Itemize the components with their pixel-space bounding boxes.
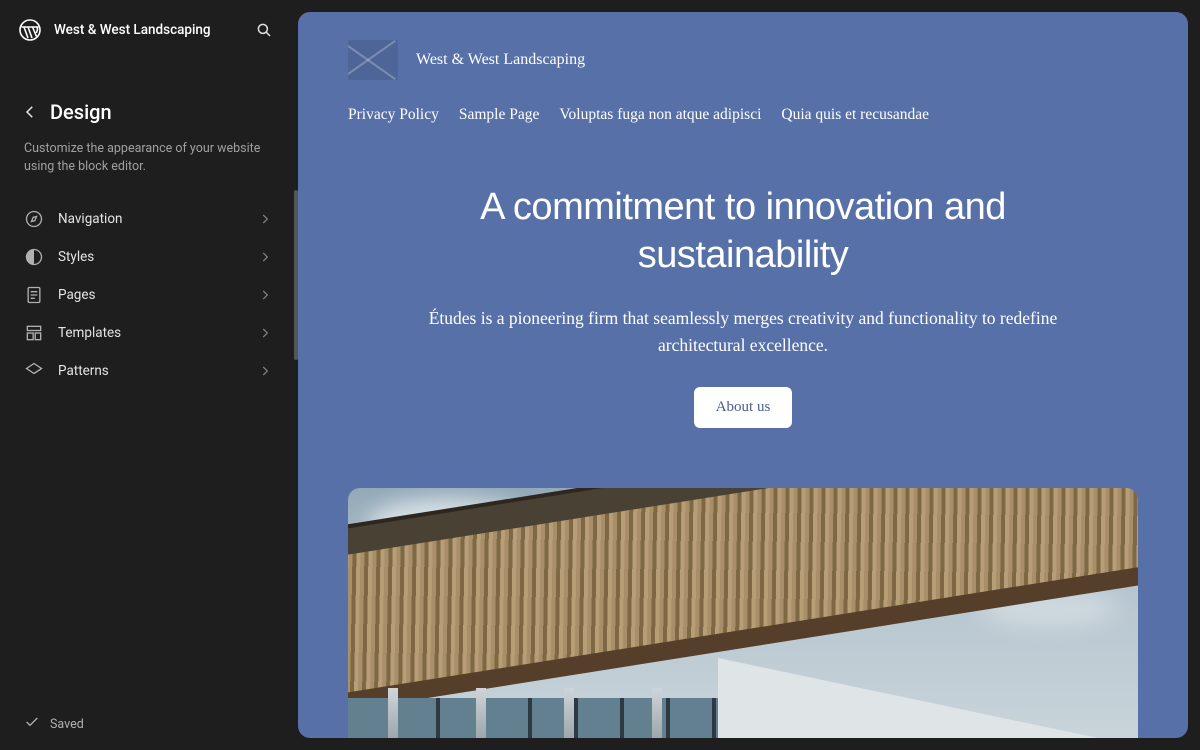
panel-header: Design bbox=[0, 60, 298, 134]
menu-label: Navigation bbox=[58, 211, 242, 227]
menu-item-navigation[interactable]: Navigation bbox=[12, 200, 286, 238]
preview-nav-item[interactable]: Quia quis et recusandae bbox=[781, 106, 929, 124]
chevron-right-icon bbox=[256, 248, 274, 266]
preview-content: West & West Landscaping Privacy Policy S… bbox=[298, 12, 1188, 738]
hero-body[interactable]: Études is a pioneering firm that seamles… bbox=[383, 305, 1103, 359]
sidebar-footer: Saved bbox=[0, 698, 298, 750]
command-palette-button[interactable] bbox=[248, 14, 280, 46]
compass-icon bbox=[24, 209, 44, 229]
check-icon bbox=[24, 714, 40, 734]
chevron-right-icon bbox=[256, 286, 274, 304]
site-preview[interactable]: West & West Landscaping Privacy Policy S… bbox=[298, 12, 1188, 738]
sidebar-header: West & West Landscaping bbox=[0, 0, 298, 60]
site-title[interactable]: West & West Landscaping bbox=[54, 22, 236, 38]
save-status: Saved bbox=[50, 717, 84, 732]
wordpress-logo-icon[interactable] bbox=[18, 18, 42, 42]
editor-sidebar: West & West Landscaping Design Customize… bbox=[0, 0, 298, 750]
menu-item-styles[interactable]: Styles bbox=[12, 238, 286, 276]
menu-item-pages[interactable]: Pages bbox=[12, 276, 286, 314]
menu-item-patterns[interactable]: Patterns bbox=[12, 352, 286, 390]
chevron-right-icon bbox=[256, 210, 274, 228]
preview-site-title[interactable]: West & West Landscaping bbox=[416, 51, 585, 69]
chevron-right-icon bbox=[256, 362, 274, 380]
preview-nav-item[interactable]: Voluptas fuga non atque adipisci bbox=[559, 106, 761, 124]
patterns-icon bbox=[24, 361, 44, 381]
design-menu: Navigation Styles Pages Templates Patter bbox=[0, 200, 298, 390]
preview-site-logo[interactable] bbox=[348, 40, 398, 80]
menu-label: Styles bbox=[58, 249, 242, 265]
menu-label: Templates bbox=[58, 325, 242, 341]
panel-title: Design bbox=[50, 100, 112, 124]
template-icon bbox=[24, 323, 44, 343]
preview-hero-image[interactable] bbox=[348, 488, 1138, 738]
app-root: West & West Landscaping Design Customize… bbox=[0, 0, 1200, 750]
menu-item-templates[interactable]: Templates bbox=[12, 314, 286, 352]
page-icon bbox=[24, 285, 44, 305]
preview-nav: Privacy Policy Sample Page Voluptas fuga… bbox=[348, 106, 1138, 124]
menu-label: Patterns bbox=[58, 363, 242, 379]
preview-brand: West & West Landscaping bbox=[348, 40, 1138, 80]
menu-label: Pages bbox=[58, 287, 242, 303]
preview-hero: A commitment to innovation and sustainab… bbox=[383, 184, 1103, 428]
halfcircle-icon bbox=[24, 247, 44, 267]
panel-description: Customize the appearance of your website… bbox=[0, 134, 298, 200]
preview-wrapper: West & West Landscaping Privacy Policy S… bbox=[298, 0, 1200, 750]
preview-nav-item[interactable]: Privacy Policy bbox=[348, 106, 439, 124]
hero-title[interactable]: A commitment to innovation and sustainab… bbox=[383, 184, 1103, 279]
back-button[interactable] bbox=[18, 100, 42, 124]
about-us-button[interactable]: About us bbox=[694, 387, 793, 428]
preview-nav-item[interactable]: Sample Page bbox=[459, 106, 540, 124]
chevron-right-icon bbox=[256, 324, 274, 342]
